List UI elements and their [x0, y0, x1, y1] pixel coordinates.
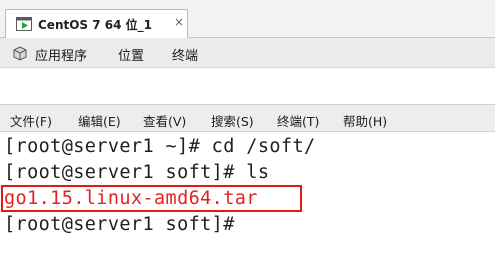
terminal-output[interactable]: [root@server1 ~]# cd /soft/ [root@server… — [0, 132, 495, 265]
menu-file[interactable]: 文件(F) — [10, 111, 52, 130]
terminal-prompt: [root@server1 soft]# — [4, 214, 235, 235]
highlight-box — [1, 185, 302, 212]
close-icon[interactable]: × — [174, 15, 184, 29]
menu-help[interactable]: 帮助(H) — [343, 111, 387, 130]
menu-edit[interactable]: 编辑(E) — [78, 111, 121, 130]
menu-search[interactable]: 搜索(S) — [211, 111, 254, 130]
menu-terminal[interactable]: 终端 — [172, 45, 198, 64]
terminal-line: [root@server1 ~]# cd /soft/ — [4, 136, 316, 157]
terminal-menubar: 文件(F) 编辑(E) 查看(V) 搜索(S) 终端(T) 帮助(H) — [0, 104, 495, 132]
vm-play-icon — [16, 17, 32, 31]
vm-tab[interactable]: CentOS 7 64 位_1 × — [5, 9, 188, 38]
terminal-line: [root@server1 soft]# ls — [4, 162, 270, 183]
applications-icon — [13, 46, 27, 61]
desktop-gap — [0, 68, 495, 104]
menu-applications[interactable]: 应用程序 — [35, 45, 87, 64]
menu-terminal-t[interactable]: 终端(T) — [277, 111, 319, 130]
vm-tab-bar: CentOS 7 64 位_1 × — [0, 0, 495, 38]
menu-places[interactable]: 位置 — [118, 45, 144, 64]
menu-view[interactable]: 查看(V) — [143, 111, 186, 130]
vm-tab-title: CentOS 7 64 位_1 — [38, 18, 153, 32]
top-panel: 应用程序 位置 终端 — [0, 38, 495, 68]
